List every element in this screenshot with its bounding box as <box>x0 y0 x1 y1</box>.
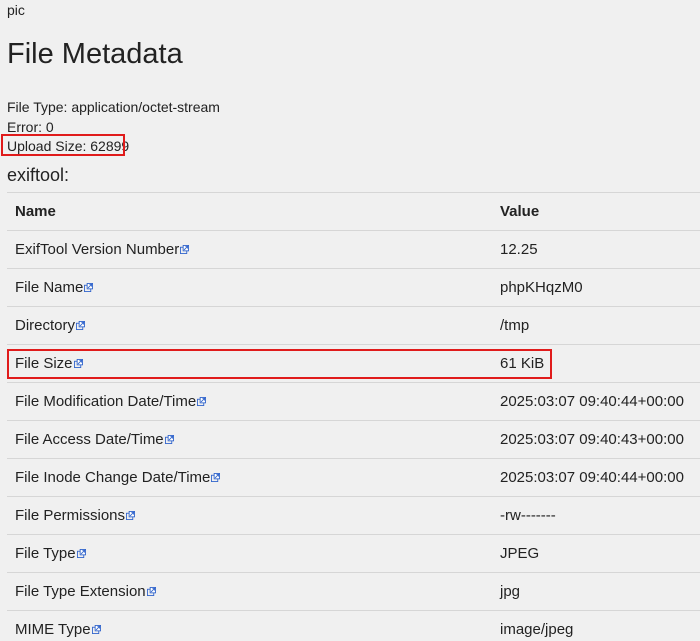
header-name: Name <box>15 203 56 220</box>
row-name-label: File Type Extension <box>15 583 146 600</box>
row-value-cell: JPEG <box>500 545 540 562</box>
row-name-label: File Type <box>15 545 76 562</box>
row-name-cell: File Permissions <box>15 497 136 534</box>
row-name-cell: ExifTool Version Number <box>15 231 190 268</box>
external-link-icon[interactable] <box>211 459 221 482</box>
row-value-cell: 12.25 <box>500 241 538 258</box>
external-link-icon[interactable] <box>76 307 86 330</box>
table-row: ExifTool Version Number 12.25 <box>7 230 700 268</box>
row-name-cell: Directory <box>15 307 86 344</box>
meta-file-type: File Type: application/octet-stream <box>7 99 220 115</box>
external-link-icon[interactable] <box>91 611 101 634</box>
external-link-icon[interactable] <box>84 269 94 292</box>
row-name-cell: MIME Type <box>15 611 101 641</box>
exiftool-section-label: exiftool: <box>7 165 70 185</box>
table-row: File Inode Change Date/Time 2025:03:07 09… <box>7 458 700 496</box>
row-value-cell: 2025:03:07 09:40:44+00:00 <box>500 393 684 410</box>
table-row: Directory/tmp <box>7 306 700 344</box>
row-name-label: ExifTool Version Number <box>15 241 180 258</box>
row-name-cell: File Inode Change Date/Time <box>15 459 221 496</box>
row-name-cell: File Type Extension <box>15 573 156 610</box>
table-row: File Type Extension jpg <box>7 572 700 610</box>
table-row: File Modification Date/Time 2025:03:07 09… <box>7 382 700 420</box>
row-value-cell: 2025:03:07 09:40:44+00:00 <box>500 469 684 486</box>
row-value-cell: image/jpeg <box>500 621 574 638</box>
table-row: MIME Type image/jpeg <box>7 610 700 641</box>
row-name-label: File Inode Change Date/Time <box>15 469 211 486</box>
row-name-label: MIME Type <box>15 621 91 638</box>
table-row: File Name phpKHqzM0 <box>7 268 700 306</box>
metadata-table: Name Value ExifTool Version Number 12.25 F… <box>7 192 700 641</box>
row-value-cell: -rw------- <box>500 507 556 524</box>
external-link-icon[interactable] <box>126 497 136 520</box>
row-value-cell: jpg <box>500 583 521 600</box>
table-row: File Type JPEG <box>7 534 700 572</box>
row-name-label: File Permissions <box>15 507 126 524</box>
external-link-icon[interactable] <box>197 383 207 406</box>
upload-size-highlight-box <box>1 134 125 156</box>
file-size-highlight-box <box>7 349 552 379</box>
page-title: File Metadata <box>7 38 183 70</box>
row-name-label: File Name <box>15 279 84 296</box>
table-row: File Access Date/Time 2025:03:07 09:40:43… <box>7 420 700 458</box>
row-name-label: File Modification Date/Time <box>15 393 197 410</box>
row-name-label: Directory <box>15 317 76 334</box>
table-header-row: Name Value <box>7 192 700 230</box>
external-link-icon[interactable] <box>164 421 174 444</box>
page: pic File Metadata File Type: application… <box>0 0 700 641</box>
row-name-label: File Access Date/Time <box>15 431 164 448</box>
external-link-icon[interactable] <box>180 231 190 254</box>
row-name-cell: File Access Date/Time <box>15 421 174 458</box>
external-link-icon[interactable] <box>146 573 156 596</box>
row-value-cell: /tmp <box>500 317 530 334</box>
broken-image-alt-text: pic <box>7 2 25 18</box>
row-name-cell: File Type <box>15 535 86 572</box>
table-row: File Permissions -rw------- <box>7 496 700 534</box>
row-name-cell: File Modification Date/Time <box>15 383 207 420</box>
row-value-cell: 2025:03:07 09:40:43+00:00 <box>500 431 684 448</box>
header-value: Value <box>500 203 540 220</box>
row-value-cell: phpKHqzM0 <box>500 279 583 296</box>
row-name-cell: File Name <box>15 269 94 306</box>
external-link-icon[interactable] <box>76 535 86 558</box>
table-body: ExifTool Version Number 12.25 File Name php… <box>7 230 700 641</box>
